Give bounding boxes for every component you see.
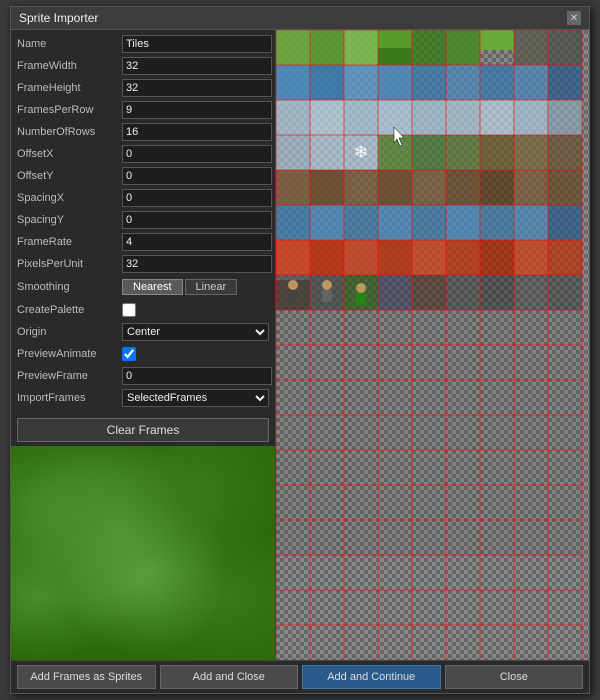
preview-frame-label: PreviewFrame <box>17 370 122 382</box>
main-content: Name FrameWidth ↺ FrameHeight ↺ F <box>11 30 589 660</box>
preview-animate-row: PreviewAnimate <box>17 344 269 364</box>
import-frames-select[interactable]: SelectedFrames AllFrames <box>122 389 269 407</box>
smoothing-nearest-button[interactable]: Nearest <box>122 279 183 295</box>
name-row: Name <box>17 34 269 54</box>
origin-select[interactable]: Center TopLeft TopRight BottomLeft Botto… <box>122 323 269 341</box>
add-frames-as-sprites-button[interactable]: Add Frames as Sprites <box>17 665 156 689</box>
pixels-per-unit-row: PixelsPerUnit ↺ <box>17 254 269 274</box>
import-frames-label: ImportFrames <box>17 392 122 404</box>
add-and-close-button[interactable]: Add and Close <box>160 665 299 689</box>
smoothing-label: Smoothing <box>17 281 122 293</box>
close-window-button[interactable]: ✕ <box>567 11 581 25</box>
sprite-canvas[interactable]: ❄ <box>276 30 589 660</box>
preview-image <box>11 446 275 660</box>
frame-height-label: FrameHeight <box>17 82 122 94</box>
create-palette-row: CreatePalette <box>17 300 269 320</box>
frames-per-row-row: FramesPerRow ↺ <box>17 100 269 120</box>
svg-text:❄: ❄ <box>353 142 368 162</box>
frame-height-input[interactable] <box>122 79 272 97</box>
offset-y-label: OffsetY <box>17 170 122 182</box>
sprite-tiles-svg: ❄ <box>276 30 589 660</box>
pixels-per-unit-label: PixelsPerUnit <box>17 258 122 270</box>
footer: Add Frames as Sprites Add and Close Add … <box>11 660 589 693</box>
preview-animate-checkbox[interactable] <box>122 347 136 361</box>
number-of-rows-input[interactable] <box>122 123 272 141</box>
grass-preview-overlay <box>11 446 275 660</box>
preview-animate-label: PreviewAnimate <box>17 348 122 360</box>
frame-width-label: FrameWidth <box>17 60 122 72</box>
smoothing-row: Smoothing Nearest Linear <box>17 276 269 298</box>
origin-row: Origin Center TopLeft TopRight BottomLef… <box>17 322 269 342</box>
left-panel: Name FrameWidth ↺ FrameHeight ↺ F <box>11 30 276 660</box>
right-panel: ❄ <box>276 30 589 660</box>
clear-frames-button[interactable]: Clear Frames <box>17 418 269 442</box>
offset-y-input[interactable] <box>122 167 272 185</box>
frame-width-input[interactable] <box>122 57 272 75</box>
frame-height-row: FrameHeight ↺ <box>17 78 269 98</box>
name-label: Name <box>17 38 122 50</box>
spacing-y-label: SpacingY <box>17 214 122 226</box>
frame-rate-label: FrameRate <box>17 236 122 248</box>
fields-container: Name FrameWidth ↺ FrameHeight ↺ F <box>11 30 275 414</box>
preview-frame-input[interactable] <box>122 367 272 385</box>
close-button[interactable]: Close <box>445 665 584 689</box>
pixels-per-unit-input[interactable] <box>122 255 272 273</box>
spacing-y-row: SpacingY ↺ <box>17 210 269 230</box>
name-input[interactable] <box>122 35 272 53</box>
frames-per-row-input[interactable] <box>122 101 272 119</box>
smoothing-radio-group: Nearest Linear <box>122 279 237 295</box>
offset-x-input[interactable] <box>122 145 272 163</box>
frame-rate-input[interactable] <box>122 233 272 251</box>
create-palette-label: CreatePalette <box>17 304 122 316</box>
create-palette-checkbox[interactable] <box>122 303 136 317</box>
spacing-x-label: SpacingX <box>17 192 122 204</box>
title-bar: Sprite Importer ✕ <box>11 7 589 30</box>
frames-per-row-label: FramesPerRow <box>17 104 122 116</box>
number-of-rows-label: NumberOfRows <box>17 126 122 138</box>
add-and-continue-button[interactable]: Add and Continue <box>302 665 441 689</box>
spacing-y-input[interactable] <box>122 211 272 229</box>
spacing-x-row: SpacingX ↺ <box>17 188 269 208</box>
frame-width-row: FrameWidth ↺ <box>17 56 269 76</box>
import-frames-row: ImportFrames SelectedFrames AllFrames <box>17 388 269 408</box>
smoothing-linear-button[interactable]: Linear <box>185 279 238 295</box>
offset-x-label: OffsetX <box>17 148 122 160</box>
offset-y-row: OffsetY ↺ <box>17 166 269 186</box>
offset-x-row: OffsetX ↺ <box>17 144 269 164</box>
preview-area <box>11 446 275 660</box>
preview-frame-row: PreviewFrame ↺ <box>17 366 269 386</box>
origin-label: Origin <box>17 326 122 338</box>
sprite-grid-container: ❄ <box>276 30 589 660</box>
window-title: Sprite Importer <box>19 11 98 25</box>
sprite-importer-window: Sprite Importer ✕ Name FrameWidth ↺ <box>10 6 590 694</box>
frame-rate-row: FrameRate ↺ <box>17 232 269 252</box>
spacing-x-input[interactable] <box>122 189 272 207</box>
number-of-rows-row: NumberOfRows ↺ <box>17 122 269 142</box>
